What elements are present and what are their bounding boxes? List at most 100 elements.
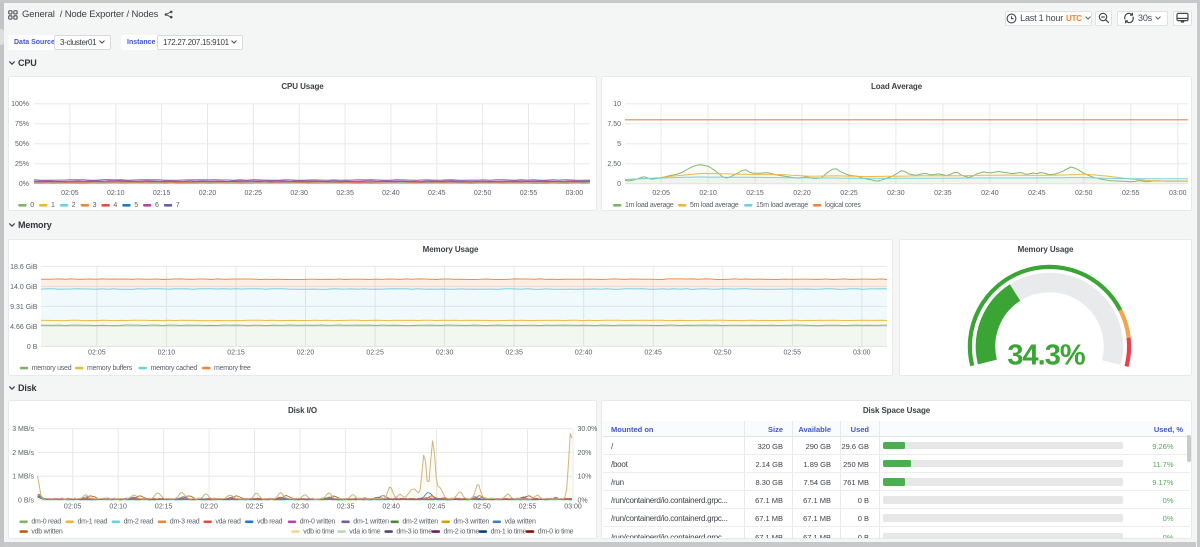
svg-text:02:30: 02:30 <box>290 190 308 197</box>
svg-text:02:35: 02:35 <box>934 190 952 197</box>
svg-text:3 MB/s: 3 MB/s <box>12 426 34 433</box>
svg-text:2: 2 <box>72 202 76 209</box>
svg-text:100%: 100% <box>11 101 29 108</box>
svg-text:vda read: vda read <box>215 519 241 526</box>
svg-text:15m load average: 15m load average <box>756 202 808 209</box>
svg-text:02:40: 02:40 <box>382 504 400 511</box>
svg-text:02:45: 02:45 <box>1028 190 1046 197</box>
svg-text:18.6 GiB: 18.6 GiB <box>10 264 38 271</box>
svg-text:02:05: 02:05 <box>61 190 79 197</box>
svg-text:7.50: 7.50 <box>607 121 621 128</box>
svg-text:vdb read: vdb read <box>257 519 283 526</box>
svg-text:02:50: 02:50 <box>474 190 492 197</box>
svg-text:1m load average: 1m load average <box>625 202 674 209</box>
svg-text:0: 0 <box>30 202 34 209</box>
svg-text:02:55: 02:55 <box>784 350 802 357</box>
svg-text:vda io time: vda io time <box>349 529 380 536</box>
svg-text:02:10: 02:10 <box>107 190 125 197</box>
svg-text:9.31 GiB: 9.31 GiB <box>10 304 38 311</box>
svg-text:02:25: 02:25 <box>840 190 858 197</box>
svg-text:02:30: 02:30 <box>436 350 454 357</box>
svg-text:02:30: 02:30 <box>887 190 905 197</box>
svg-text:4.66 GiB: 4.66 GiB <box>10 324 38 331</box>
svg-text:02:05: 02:05 <box>88 350 106 357</box>
svg-text:02:45: 02:45 <box>644 350 662 357</box>
svg-text:75%: 75% <box>15 121 29 128</box>
svg-text:6: 6 <box>155 202 159 209</box>
svg-text:02:25: 02:25 <box>366 350 384 357</box>
svg-text:30.0%: 30.0% <box>578 426 598 433</box>
svg-text:14.0 GiB: 14.0 GiB <box>10 284 38 291</box>
svg-text:25%: 25% <box>15 161 29 168</box>
svg-text:0%: 0% <box>19 181 29 188</box>
svg-text:02:40: 02:40 <box>382 190 400 197</box>
svg-text:memory cached: memory cached <box>151 365 198 372</box>
svg-text:20%: 20% <box>578 450 592 457</box>
svg-text:02:10: 02:10 <box>109 504 127 511</box>
svg-text:02:10: 02:10 <box>699 190 717 197</box>
svg-text:02:25: 02:25 <box>246 504 264 511</box>
svg-text:02:55: 02:55 <box>520 190 538 197</box>
svg-text:02:05: 02:05 <box>64 504 82 511</box>
svg-text:02:40: 02:40 <box>981 190 999 197</box>
svg-text:02:10: 02:10 <box>158 350 176 357</box>
svg-text:0 B: 0 B <box>27 344 38 351</box>
svg-text:02:35: 02:35 <box>505 350 523 357</box>
svg-text:dm-3 read: dm-3 read <box>170 519 200 526</box>
svg-text:10%: 10% <box>578 474 592 481</box>
svg-text:5: 5 <box>617 141 621 148</box>
svg-text:5m load average: 5m load average <box>690 202 739 209</box>
svg-text:02:25: 02:25 <box>245 190 263 197</box>
svg-text:dm-1 written: dm-1 written <box>353 519 389 526</box>
svg-text:memory buffers: memory buffers <box>87 365 133 372</box>
svg-text:02:20: 02:20 <box>297 350 315 357</box>
svg-text:02:30: 02:30 <box>291 504 309 511</box>
svg-text:1 MB/s: 1 MB/s <box>12 474 34 481</box>
svg-text:02:35: 02:35 <box>337 504 355 511</box>
svg-text:vdb io time: vdb io time <box>303 529 334 536</box>
svg-text:dm-1 io time: dm-1 io time <box>491 529 527 536</box>
svg-text:dm-2 written: dm-2 written <box>402 519 438 526</box>
svg-text:02:15: 02:15 <box>153 190 171 197</box>
svg-text:dm-2 io time: dm-2 io time <box>444 529 480 536</box>
svg-text:02:15: 02:15 <box>155 504 173 511</box>
svg-text:3: 3 <box>93 202 97 209</box>
svg-text:2.50: 2.50 <box>607 161 621 168</box>
svg-text:02:20: 02:20 <box>200 504 218 511</box>
svg-text:vdb written: vdb written <box>31 529 62 536</box>
svg-text:0 B/s: 0 B/s <box>18 497 34 504</box>
svg-text:02:15: 02:15 <box>227 350 245 357</box>
svg-text:2 MB/s: 2 MB/s <box>12 450 34 457</box>
svg-text:03:00: 03:00 <box>564 504 582 511</box>
svg-text:vda written: vda written <box>505 519 536 526</box>
svg-text:02:20: 02:20 <box>199 190 217 197</box>
svg-text:02:05: 02:05 <box>652 190 670 197</box>
svg-text:03:00: 03:00 <box>853 350 871 357</box>
svg-text:7: 7 <box>176 202 180 209</box>
svg-text:dm-3 written: dm-3 written <box>454 519 490 526</box>
svg-text:03:00: 03:00 <box>566 190 584 197</box>
svg-text:0: 0 <box>617 181 621 188</box>
svg-text:1: 1 <box>51 202 55 209</box>
svg-text:34.3%: 34.3% <box>1007 340 1085 372</box>
svg-text:dm-1 read: dm-1 read <box>78 519 108 526</box>
svg-text:02:20: 02:20 <box>793 190 811 197</box>
svg-text:dm-3 io time: dm-3 io time <box>396 529 432 536</box>
svg-text:02:45: 02:45 <box>428 504 446 511</box>
svg-text:02:50: 02:50 <box>473 504 491 511</box>
svg-text:dm-2 read: dm-2 read <box>124 519 154 526</box>
svg-text:03:00: 03:00 <box>1169 190 1187 197</box>
svg-text:memory used: memory used <box>32 365 72 372</box>
svg-text:02:50: 02:50 <box>1075 190 1093 197</box>
svg-text:memory free: memory free <box>214 365 251 372</box>
svg-text:02:50: 02:50 <box>714 350 732 357</box>
svg-text:02:55: 02:55 <box>519 504 537 511</box>
svg-text:02:40: 02:40 <box>575 350 593 357</box>
svg-text:dm-0 io time: dm-0 io time <box>538 529 574 536</box>
svg-text:dm-0 written: dm-0 written <box>300 519 336 526</box>
svg-text:logical cores: logical cores <box>825 202 861 209</box>
svg-text:02:55: 02:55 <box>1122 190 1140 197</box>
svg-text:02:35: 02:35 <box>336 190 354 197</box>
svg-text:10: 10 <box>613 101 621 108</box>
svg-text:02:45: 02:45 <box>428 190 446 197</box>
